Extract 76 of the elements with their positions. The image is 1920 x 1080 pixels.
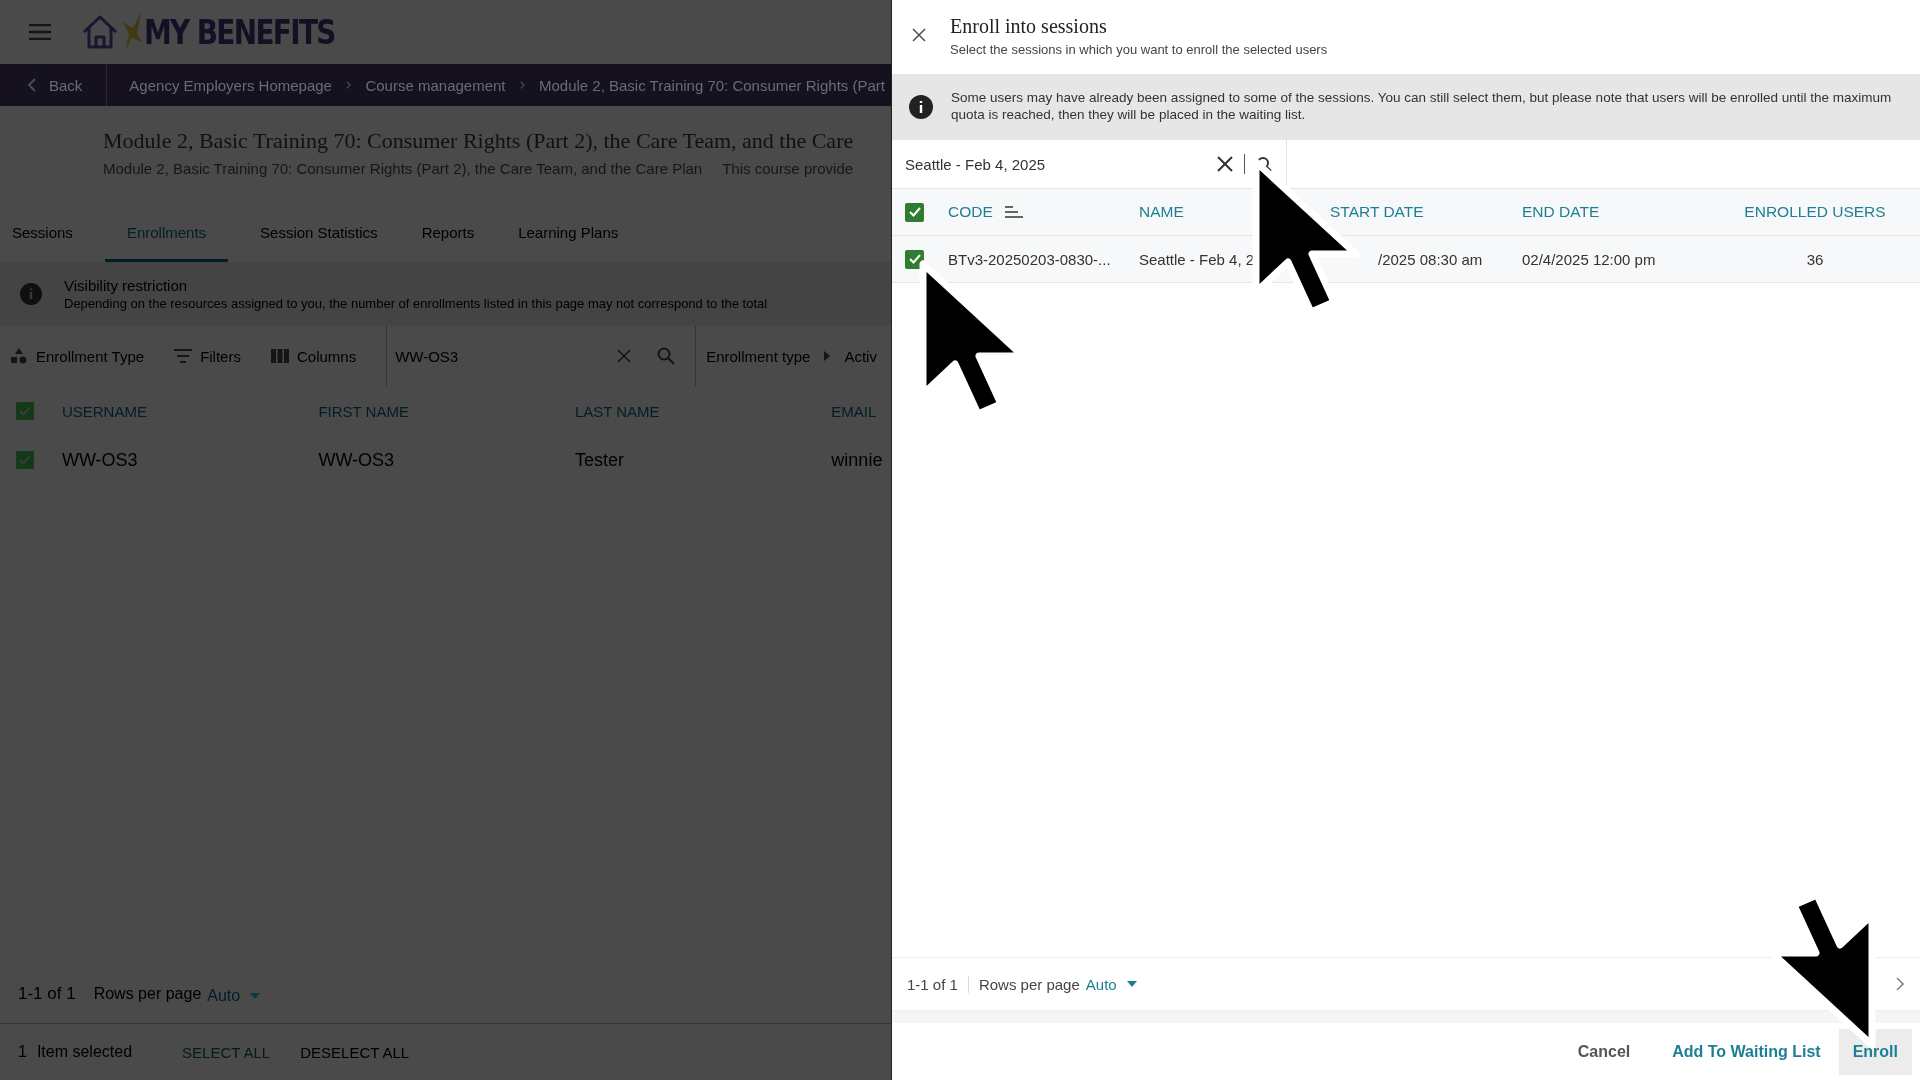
rows-per-page-dropdown[interactable]: Auto — [1085, 975, 1137, 993]
page-range: 1-1 of 1 — [18, 984, 76, 1004]
rows-per-page-label: Rows per page — [978, 975, 1080, 993]
tab[interactable]: Sessions — [0, 206, 85, 262]
info-text: Some users may have already been assigned to some of the sessions. You can still select them, but please note that users will be enrolled until the maximum quota is reached, then they will be placed in the waiting list. — [951, 90, 1893, 124]
table-cell-text: Tester — [574, 449, 625, 471]
toolbar-button[interactable]: Columns — [270, 347, 357, 365]
info-icon — [20, 283, 42, 305]
breadcrumb-link[interactable]: Course management — [365, 76, 506, 94]
next-page-icon[interactable] — [1896, 977, 1904, 991]
table-cell-text: /2025 08:30 am — [1377, 250, 1484, 268]
column-header[interactable]: START DATE — [1330, 203, 1522, 221]
home-icon[interactable] — [81, 14, 119, 50]
dialog-title: Enroll into sessions — [950, 15, 1108, 38]
columns-icon — [270, 349, 289, 363]
selection-action-button[interactable]: DESELECT ALL — [300, 1043, 410, 1061]
logo-text[interactable]: MY BENEFITS — [144, 12, 335, 52]
chevron-right-icon — [345, 79, 352, 91]
select-all-checkbox[interactable] — [905, 202, 924, 222]
star-burst-icon — [121, 12, 143, 52]
selected-label: Item selected — [36, 1043, 133, 1061]
table-cell-text: Seattle - Feb 4, 2 — [1139, 250, 1256, 268]
caret-down-icon — [250, 993, 261, 999]
checkmark-icon — [18, 406, 31, 416]
notice-title: Visibility restriction — [64, 277, 189, 294]
rows-per-page-dropdown[interactable]: Auto — [207, 987, 261, 1005]
selected-count: 1 — [18, 1043, 27, 1061]
checkmark-icon — [908, 254, 921, 264]
table-cell-text: WW-OS3 — [318, 449, 396, 471]
column-header[interactable]: USERNAME — [61, 402, 319, 420]
table-cell-text: 36 — [1805, 250, 1825, 268]
table-cell-text: WW-OS3 — [61, 449, 139, 471]
notice-text: Depending on the resources assigned to you, the number of enrollments listed in this page may not correspond to the total — [64, 296, 768, 311]
close-icon[interactable] — [912, 28, 926, 42]
menu-icon[interactable] — [29, 24, 51, 40]
tab[interactable]: Session Statistics — [248, 206, 390, 262]
column-header[interactable]: END DATE — [1522, 203, 1735, 221]
column-header[interactable]: ENROLLED USERS — [1735, 203, 1895, 221]
breadcrumb-link[interactable]: Agency Employers Homepage — [129, 76, 332, 94]
shapes-icon — [10, 348, 28, 364]
selection-action-button[interactable]: SELECT ALL — [182, 1043, 271, 1061]
table-cell-text: 02/4/2025 12:00 pm — [1522, 250, 1657, 268]
toolbar-button[interactable]: Filters — [174, 347, 241, 365]
table-cell-text: BTv3-20250203-0830-... — [948, 250, 1112, 268]
breadcrumb-link[interactable]: Module 2, Basic Training 70: Consumer Rights (Part — [539, 76, 885, 94]
sort-icon[interactable] — [1004, 206, 1023, 218]
checkmark-icon — [908, 207, 921, 217]
dialog-button[interactable]: Enroll — [1838, 1028, 1912, 1075]
tab[interactable]: Learning Plans — [506, 206, 631, 262]
filter-chip[interactable]: Activ — [844, 347, 877, 365]
clear-icon[interactable] — [1217, 156, 1233, 172]
course-title: Module 2, Basic Training 70: Consumer Rights (Part 2), the Care Team, and the Care — [103, 128, 855, 154]
select-all-checkbox[interactable] — [16, 402, 34, 420]
column-header[interactable]: CODE — [948, 203, 993, 221]
filter-icon — [174, 349, 193, 363]
column-header[interactable]: NAME — [1139, 203, 1330, 221]
chevron-left-icon — [27, 78, 37, 92]
rows-per-page-label: Rows per page — [93, 985, 202, 1003]
chevron-right-icon — [519, 79, 525, 91]
checkmark-icon — [18, 455, 31, 465]
back-button[interactable]: Back — [0, 64, 108, 106]
dialog-button[interactable]: Add To Waiting List — [1658, 1028, 1835, 1075]
column-header[interactable]: LAST NAME — [574, 402, 832, 420]
caret-right-icon — [824, 351, 831, 361]
info-icon — [909, 95, 933, 119]
column-header[interactable]: EMAIL — [831, 402, 891, 420]
column-header[interactable]: FIRST NAME — [318, 402, 575, 420]
dialog-subtitle: Select the sessions in which you want to enroll the selected users — [950, 42, 1328, 57]
toolbar-button[interactable]: Enrollment Type — [10, 347, 145, 365]
table-cell-text: winnie — [831, 449, 884, 471]
filter-chip[interactable]: Enrollment type — [706, 347, 811, 365]
tab[interactable]: Reports — [409, 206, 487, 262]
row-checkbox[interactable] — [16, 451, 34, 469]
dialog-button[interactable]: Cancel — [1563, 1028, 1645, 1075]
page-range: 1-1 of 1 — [907, 975, 969, 993]
caret-down-icon — [1126, 981, 1137, 987]
